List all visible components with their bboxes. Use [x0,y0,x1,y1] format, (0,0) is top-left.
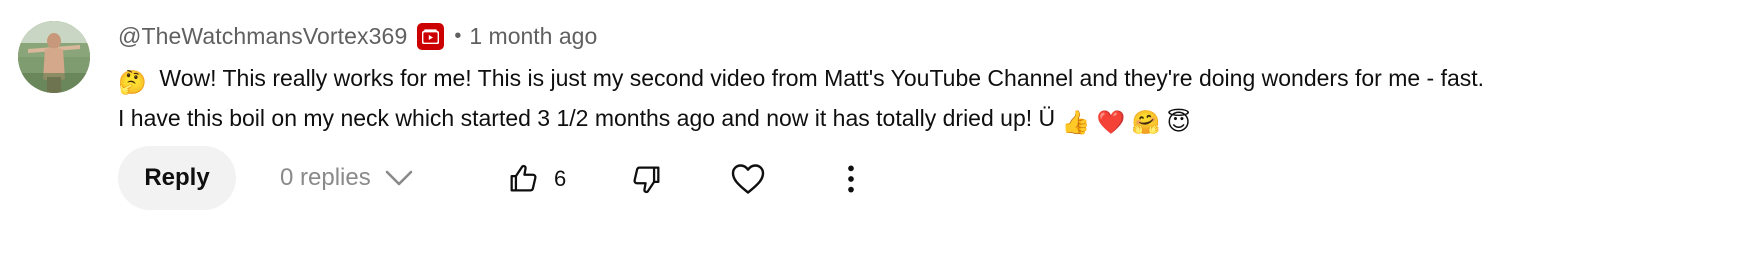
comment-line-1: 🤔 Wow! This really works for me! This is… [118,60,1578,100]
comment-line-2-text: I have this boil on my neck which starte… [118,105,1056,131]
thumbs-up-icon [510,164,537,192]
red-heart-emoji: ❤️ [1096,109,1126,135]
reply-button[interactable]: Reply [118,146,236,210]
replies-toggle[interactable]: 0 replies [280,164,413,192]
separator-dot: • [454,24,462,47]
chevron-down-icon [385,170,413,186]
like-count: 6 [554,166,567,191]
dislike-button[interactable] [630,162,664,201]
like-button[interactable]: 6 [506,162,566,196]
comment-line-2: I have this boil on my neck which starte… [118,100,1578,140]
thinking-emoji: 🤔 [118,69,147,95]
thumbs-down-icon [633,166,660,194]
thumbs-up-emoji: 👍 [1061,109,1091,135]
avatar[interactable] [18,21,90,93]
comment-line-1-text: Wow! This really works for me! This is j… [159,65,1485,91]
comment-timestamp[interactable]: 1 month ago [469,23,597,50]
comment-header: @TheWatchmansVortex369 • 1 month ago [118,20,597,52]
more-vert-icon [848,165,854,193]
heart-icon [731,164,765,194]
replies-count-label: 0 replies [280,164,371,191]
youtube-member-badge-icon [417,22,445,50]
more-actions-button[interactable] [834,162,868,201]
comment-actions: Reply 0 replies 6 [118,146,854,210]
heart-button[interactable] [730,162,766,201]
comment-text: 🤔 Wow! This really works for me! This is… [118,60,1578,140]
hugging-emoji: 🤗 [1131,109,1161,135]
halo-emoji: 😇 [1166,109,1191,135]
author-handle[interactable]: @TheWatchmansVortex369 [118,23,407,50]
